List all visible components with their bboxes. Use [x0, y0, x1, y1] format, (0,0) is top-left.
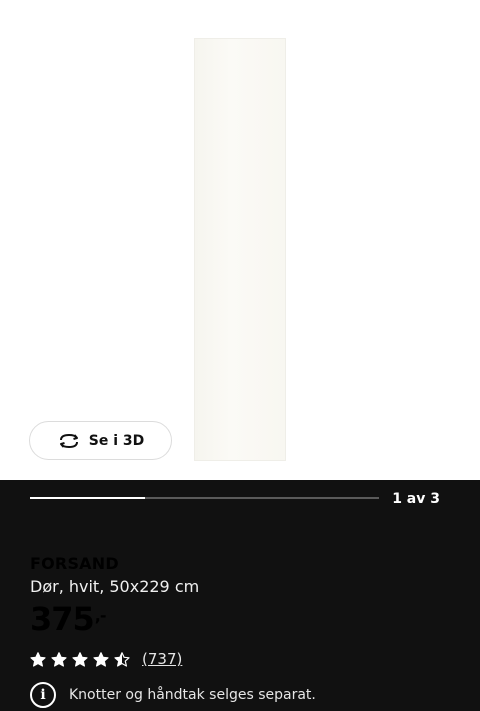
notice-text: Knotter og håndtak selges separat.	[69, 687, 316, 703]
product-rating[interactable]: (737)	[30, 650, 182, 668]
star-half-icon	[114, 651, 130, 667]
product-description: Dør, hvit, 50x229 cm	[30, 577, 200, 596]
product-notice: i Knotter og håndtak selges separat.	[30, 682, 316, 708]
product-price: 375 ,-	[30, 600, 106, 638]
view-3d-button[interactable]: Se i 3D	[29, 421, 172, 460]
product-image-area: Se i 3D	[0, 0, 480, 480]
review-count-link[interactable]: (737)	[142, 650, 182, 668]
rotate-3d-icon	[57, 433, 81, 449]
product-name[interactable]: FORSAND	[30, 554, 119, 573]
gallery-counter: 1 av 3	[392, 491, 440, 507]
gallery-progress-fill	[30, 497, 146, 499]
price-suffix: ,-	[94, 606, 107, 625]
star-full-icon	[72, 651, 88, 667]
gallery-progress-bar[interactable]	[30, 497, 379, 499]
view-3d-label: Se i 3D	[88, 432, 145, 449]
product-image[interactable]	[194, 38, 286, 461]
star-full-icon	[30, 651, 46, 667]
star-full-icon	[51, 651, 67, 667]
star-full-icon	[93, 651, 109, 667]
info-icon: i	[30, 682, 56, 708]
price-value: 375	[30, 600, 95, 638]
